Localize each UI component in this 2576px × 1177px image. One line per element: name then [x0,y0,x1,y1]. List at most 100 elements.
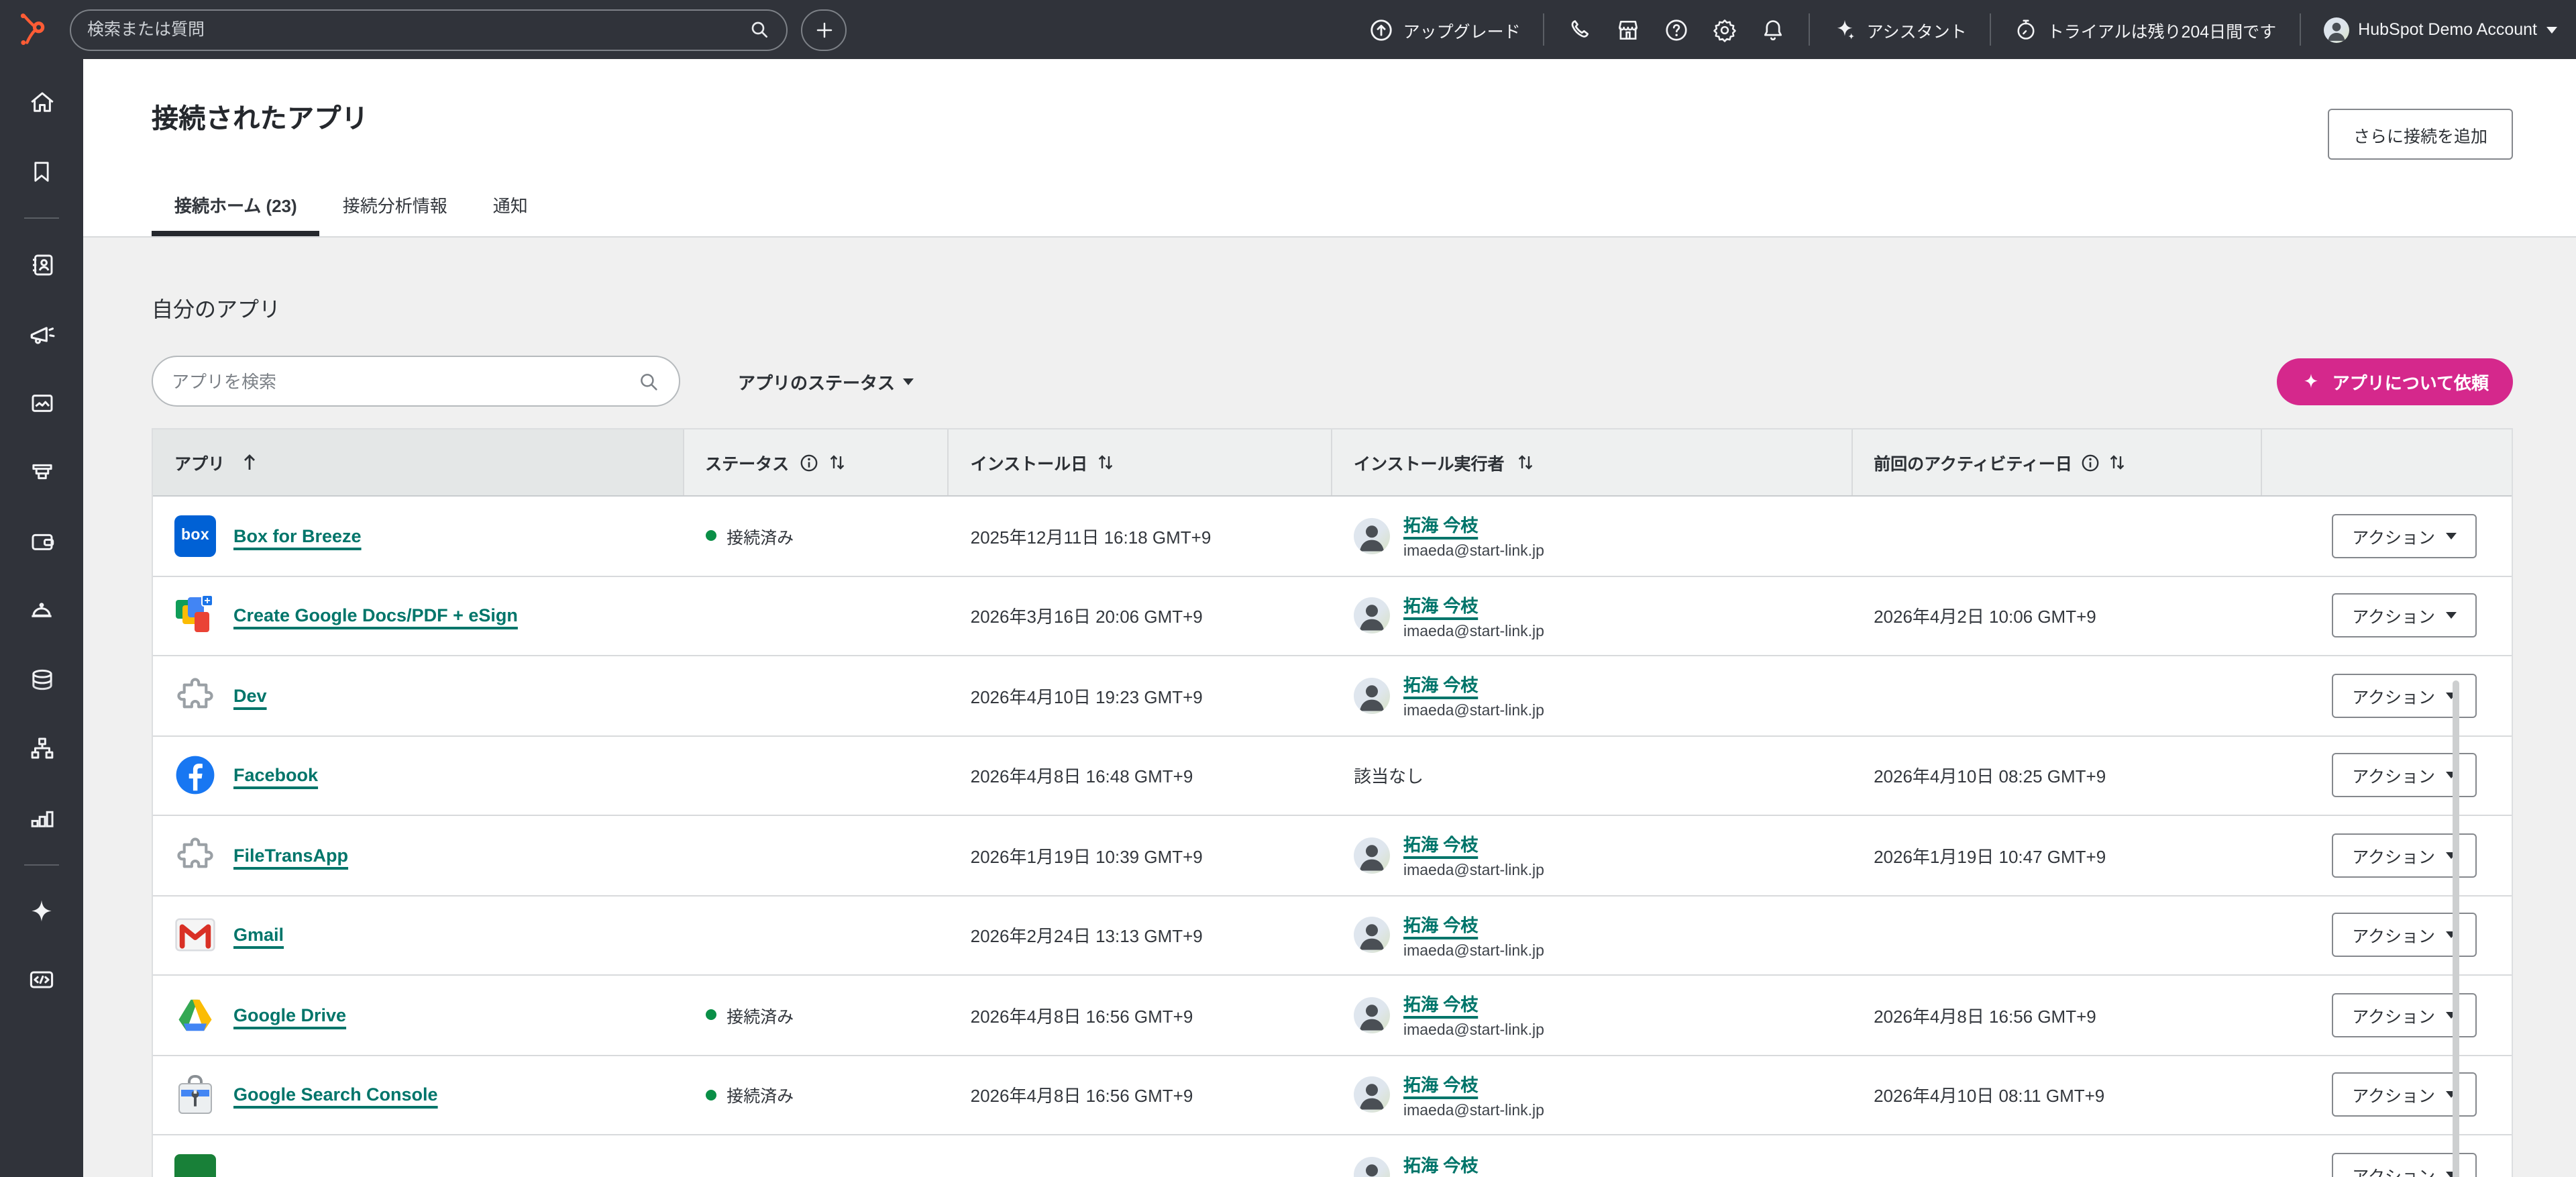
sidebar-item-data-management[interactable] [16,654,67,705]
installer-link[interactable]: 拓海 今枝 [1403,1071,1478,1096]
apps-toolbar: アプリのステータス アプリについて依頼 [152,356,2513,407]
installed-date: 2026年4月8日 16:56 GMT+9 [971,1003,1193,1028]
status-text: 接続済み [727,523,794,549]
sort-toggle-icon [1518,454,1534,471]
column-header-installer[interactable]: インストール実行者 [1332,429,1852,495]
status-text: 接続済み [727,1003,794,1028]
app-link[interactable]: FileTransApp [233,846,348,866]
table-row: 拓海 今枝 imaeda@start-link.jp アクション [153,1135,2512,1177]
sidebar-item-service[interactable] [16,584,67,635]
actions-dropdown-button[interactable]: アクション [2332,514,2477,558]
sidebar-item-commerce[interactable] [16,515,67,566]
plus-icon [814,19,834,40]
assistant-label: アシスタント [1867,17,1967,42]
installer-link[interactable]: 拓海 今枝 [1403,991,1478,1017]
column-header-installed[interactable]: インストール日 [949,429,1332,495]
trial-status[interactable]: トライアルは残り204日間です [2014,17,2276,42]
trial-timer-icon [2014,17,2038,42]
global-search-bar[interactable] [70,9,788,50]
sidebar-item-home[interactable] [16,76,67,127]
app-link[interactable]: Create Google Docs/PDF + eSign [233,606,518,626]
column-header-app[interactable]: アプリ [153,429,684,495]
hubspot-logo-icon[interactable] [16,12,51,47]
tab-notifications[interactable]: 通知 [470,192,551,236]
marketplace-icon[interactable] [1616,17,1642,42]
installer-link[interactable]: 拓海 今枝 [1403,831,1478,857]
installer-link[interactable]: 拓海 今枝 [1403,911,1478,937]
sort-ascending-icon [242,454,256,471]
installer-email: imaeda@start-link.jp [1403,704,1544,720]
sort-toggle-icon [1097,454,1113,471]
account-menu[interactable]: HubSpot Demo Account [2323,17,2557,42]
installer-link[interactable]: 拓海 今枝 [1403,512,1478,538]
last-activity-date: 2026年4月10日 08:25 GMT+9 [1874,763,2106,788]
sidebar-item-breeze-ai[interactable] [16,885,67,936]
app-link[interactable]: Dev [233,686,267,706]
section-heading: 自分のアプリ [152,291,2513,323]
sidebar-item-automations[interactable] [16,723,67,774]
create-new-button[interactable] [801,9,847,50]
vertical-scrollbar[interactable] [2453,680,2459,1177]
sidebar-item-marketing[interactable] [16,308,67,359]
app-search-input[interactable] [172,371,637,391]
global-search-input[interactable] [87,20,749,39]
info-icon [800,453,818,472]
add-more-connections-button[interactable]: さらに接続を追加 [2328,109,2513,160]
sidebar-item-bookmarks[interactable] [16,146,67,197]
table-row: Dev 2026年4月10日 19:23 GMT+9 拓海 今枝 imaeda@… [153,656,2512,736]
upgrade-button[interactable]: アップグレード [1368,17,1521,42]
sort-toggle-icon [829,454,845,471]
tab-connections-home[interactable]: 接続ホーム (23) [152,192,320,236]
installer-link[interactable]: 拓海 今枝 [1403,672,1478,697]
column-header-status[interactable]: ステータス [684,429,949,495]
status-text: 接続済み [727,1082,794,1108]
app-search-bar[interactable] [152,356,680,407]
caret-down-icon [2446,613,2457,619]
table-row: + Create Google Docs/PDF + eSign 2026年3月… [153,576,2512,656]
status-connected-dot [705,531,716,542]
help-icon[interactable] [1664,17,1690,42]
request-app-button[interactable]: アプリについて依頼 [2277,358,2513,405]
notifications-icon[interactable] [1761,17,1786,42]
app-status-filter-dropdown[interactable]: アプリのステータス [738,368,914,394]
installer-not-applicable: 該当なし [1354,763,1424,788]
tab-bar: 接続ホーム (23) 接続分析情報 通知 [152,192,551,236]
assistant-sparkle-icon [1833,17,1858,42]
app-link[interactable]: Google Drive [233,1005,346,1025]
tab-connection-insights[interactable]: 接続分析情報 [320,192,470,236]
status-connected-dot [705,1010,716,1021]
table-row: Gmail 2026年2月24日 13:13 GMT+9 拓海 今枝 imaed… [153,896,2512,976]
search-icon[interactable] [637,370,660,393]
app-link[interactable]: Gmail [233,925,284,945]
google-search-console-app-icon [174,1074,216,1116]
sidebar-item-crm[interactable] [16,239,67,290]
sidebar-item-sales[interactable] [16,446,67,497]
calling-icon[interactable] [1568,17,1593,42]
search-icon[interactable] [749,19,770,40]
sidebar-item-reporting[interactable] [16,792,67,843]
app-link[interactable]: Google Search Console [233,1085,438,1105]
installer-email: imaeda@start-link.jp [1403,624,1544,640]
sidebar-item-content[interactable] [16,377,67,428]
google-sheets-app-icon [174,1155,216,1177]
installer-avatar [1354,678,1390,714]
google-drive-app-icon [174,994,216,1036]
topbar-divider [1544,13,1545,46]
installer-link[interactable]: 拓海 今枝 [1403,1152,1478,1177]
app-link[interactable]: Box for Breeze [233,526,362,546]
installer-email: imaeda@start-link.jp [1403,864,1544,880]
upgrade-label: アップグレード [1403,17,1521,42]
installer-email: imaeda@start-link.jp [1403,1023,1544,1039]
sidebar-item-developer[interactable] [16,954,67,1005]
assistant-button[interactable]: アシスタント [1833,17,1967,42]
installer-link[interactable]: 拓海 今枝 [1403,592,1478,617]
installed-date: 2026年1月19日 10:39 GMT+9 [971,843,1203,868]
caret-down-icon [903,378,914,385]
settings-icon[interactable] [1713,17,1738,42]
actions-dropdown-button[interactable]: アクション [2332,594,2477,638]
last-activity-date: 2026年4月8日 16:56 GMT+9 [1874,1003,2096,1028]
app-link[interactable]: Facebook [233,766,318,786]
column-header-last-activity[interactable]: 前回のアクティビティー日 [1852,429,2262,495]
top-navigation-bar: アップグレード [0,0,2576,59]
table-row: FileTransApp 2026年1月19日 10:39 GMT+9 拓海 今… [153,816,2512,896]
